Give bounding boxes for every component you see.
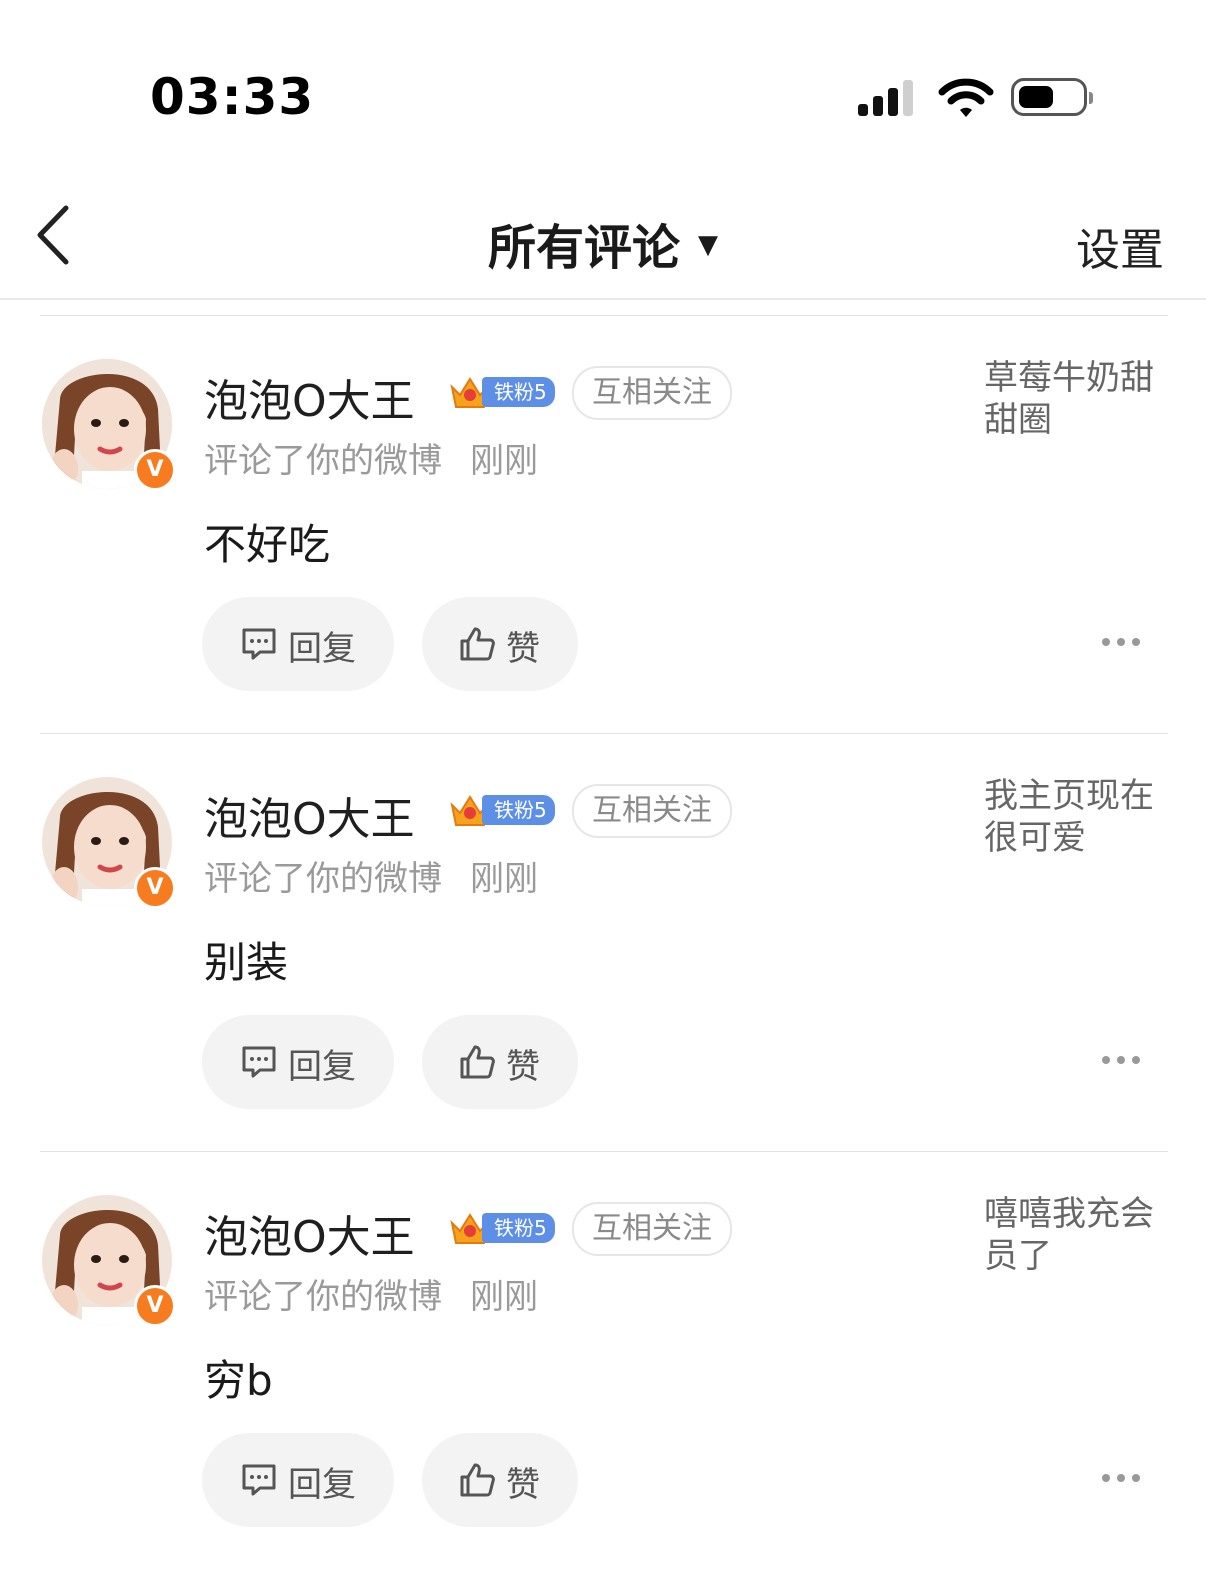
like-button[interactable]: 赞 [422,1433,578,1527]
referenced-post-link[interactable]: 嘻嘻我充会员了 [984,1193,1169,1277]
like-label: 赞 [506,629,540,669]
comment-time: 刚刚 [470,1277,538,1317]
divider [40,733,1168,734]
verified-badge: V [134,867,176,909]
comment-icon [242,1046,276,1078]
top-nav-bar: 所有评论 ▼ 设置 [0,180,1206,300]
avatar[interactable]: V [42,1195,176,1327]
like-label: 赞 [506,1465,540,1505]
status-icons [858,76,1098,120]
comment-text: 不好吃 [204,520,331,569]
username-link[interactable]: 泡泡O大王 [204,783,415,847]
comment-icon [242,1464,276,1496]
like-button[interactable]: 赞 [422,1015,578,1109]
comment-item: V 泡泡O大王 铁粉5 互相关注 评论了你的微博 刚刚 别装 我主页现在很可爱 回… [0,733,1206,1151]
wifi-icon [938,78,994,117]
referenced-post-link[interactable]: 草莓牛奶甜甜圈 [984,357,1169,441]
avatar[interactable]: V [42,359,176,491]
username-link[interactable]: 泡泡O大王 [204,365,415,429]
comment-time: 刚刚 [470,441,538,481]
fan-level-badge[interactable]: 铁粉5 [448,373,558,411]
reply-button[interactable]: 回复 [202,1015,394,1109]
more-options-icon[interactable] [1098,633,1144,649]
mutual-follow-badge: 互相关注 [572,366,732,420]
comment-time: 刚刚 [470,859,538,899]
reply-label: 回复 [288,629,356,669]
divider [40,1151,1168,1152]
comment-meta: 评论了你的微博 刚刚 [204,1269,538,1318]
fan-level-badge[interactable]: 铁粉5 [448,1209,558,1247]
referenced-post-link[interactable]: 我主页现在很可爱 [984,775,1169,859]
divider [40,315,1168,316]
comment-meta: 评论了你的微博 刚刚 [204,433,538,482]
reply-button[interactable]: 回复 [202,597,394,691]
comment-text: 穷b [204,1356,273,1405]
like-label: 赞 [506,1047,540,1087]
mutual-follow-badge: 互相关注 [572,784,732,838]
comment-icon [242,628,276,660]
reply-button[interactable]: 回复 [202,1433,394,1527]
more-options-icon[interactable] [1098,1469,1144,1485]
mutual-follow-badge: 互相关注 [572,1202,732,1256]
verified-badge: V [134,449,176,491]
avatar[interactable]: V [42,777,176,909]
reply-label: 回复 [288,1465,356,1505]
fan-level-badge[interactable]: 铁粉5 [448,791,558,829]
thumbs-up-icon [460,627,495,661]
fan-level-label: 铁粉5 [482,377,555,407]
like-button[interactable]: 赞 [422,597,578,691]
battery-icon [1011,78,1093,116]
comment-text: 别装 [204,938,289,987]
signal-icon [858,76,922,120]
comment-meta: 评论了你的微博 刚刚 [204,851,538,900]
comment-action: 评论了你的微博 [204,859,442,899]
comment-item: V 泡泡O大王 铁粉5 互相关注 评论了你的微博 刚刚 穷b 嘻嘻我充会员了 回复… [0,1151,1206,1569]
more-options-icon[interactable] [1098,1051,1144,1067]
fan-level-label: 铁粉5 [482,1213,555,1243]
thumbs-up-icon [460,1045,495,1079]
comment-item: V 泡泡O大王 铁粉5 互相关注 评论了你的微博 刚刚 不好吃 草莓牛奶甜甜圈 回… [0,315,1206,733]
verified-badge: V [134,1285,176,1327]
reply-label: 回复 [288,1047,356,1087]
thumbs-up-icon [460,1463,495,1497]
comment-filter-dropdown[interactable]: 所有评论 ▼ [0,208,1206,278]
username-link[interactable]: 泡泡O大王 [204,1201,415,1265]
comment-action: 评论了你的微博 [204,1277,442,1317]
settings-button[interactable]: 设置 [1076,214,1164,278]
fan-level-label: 铁粉5 [482,795,555,825]
comment-action: 评论了你的微博 [204,441,442,481]
caret-down-icon: ▼ [698,230,718,260]
status-time: 03:33 [150,68,315,126]
page-title: 所有评论 [487,220,680,276]
